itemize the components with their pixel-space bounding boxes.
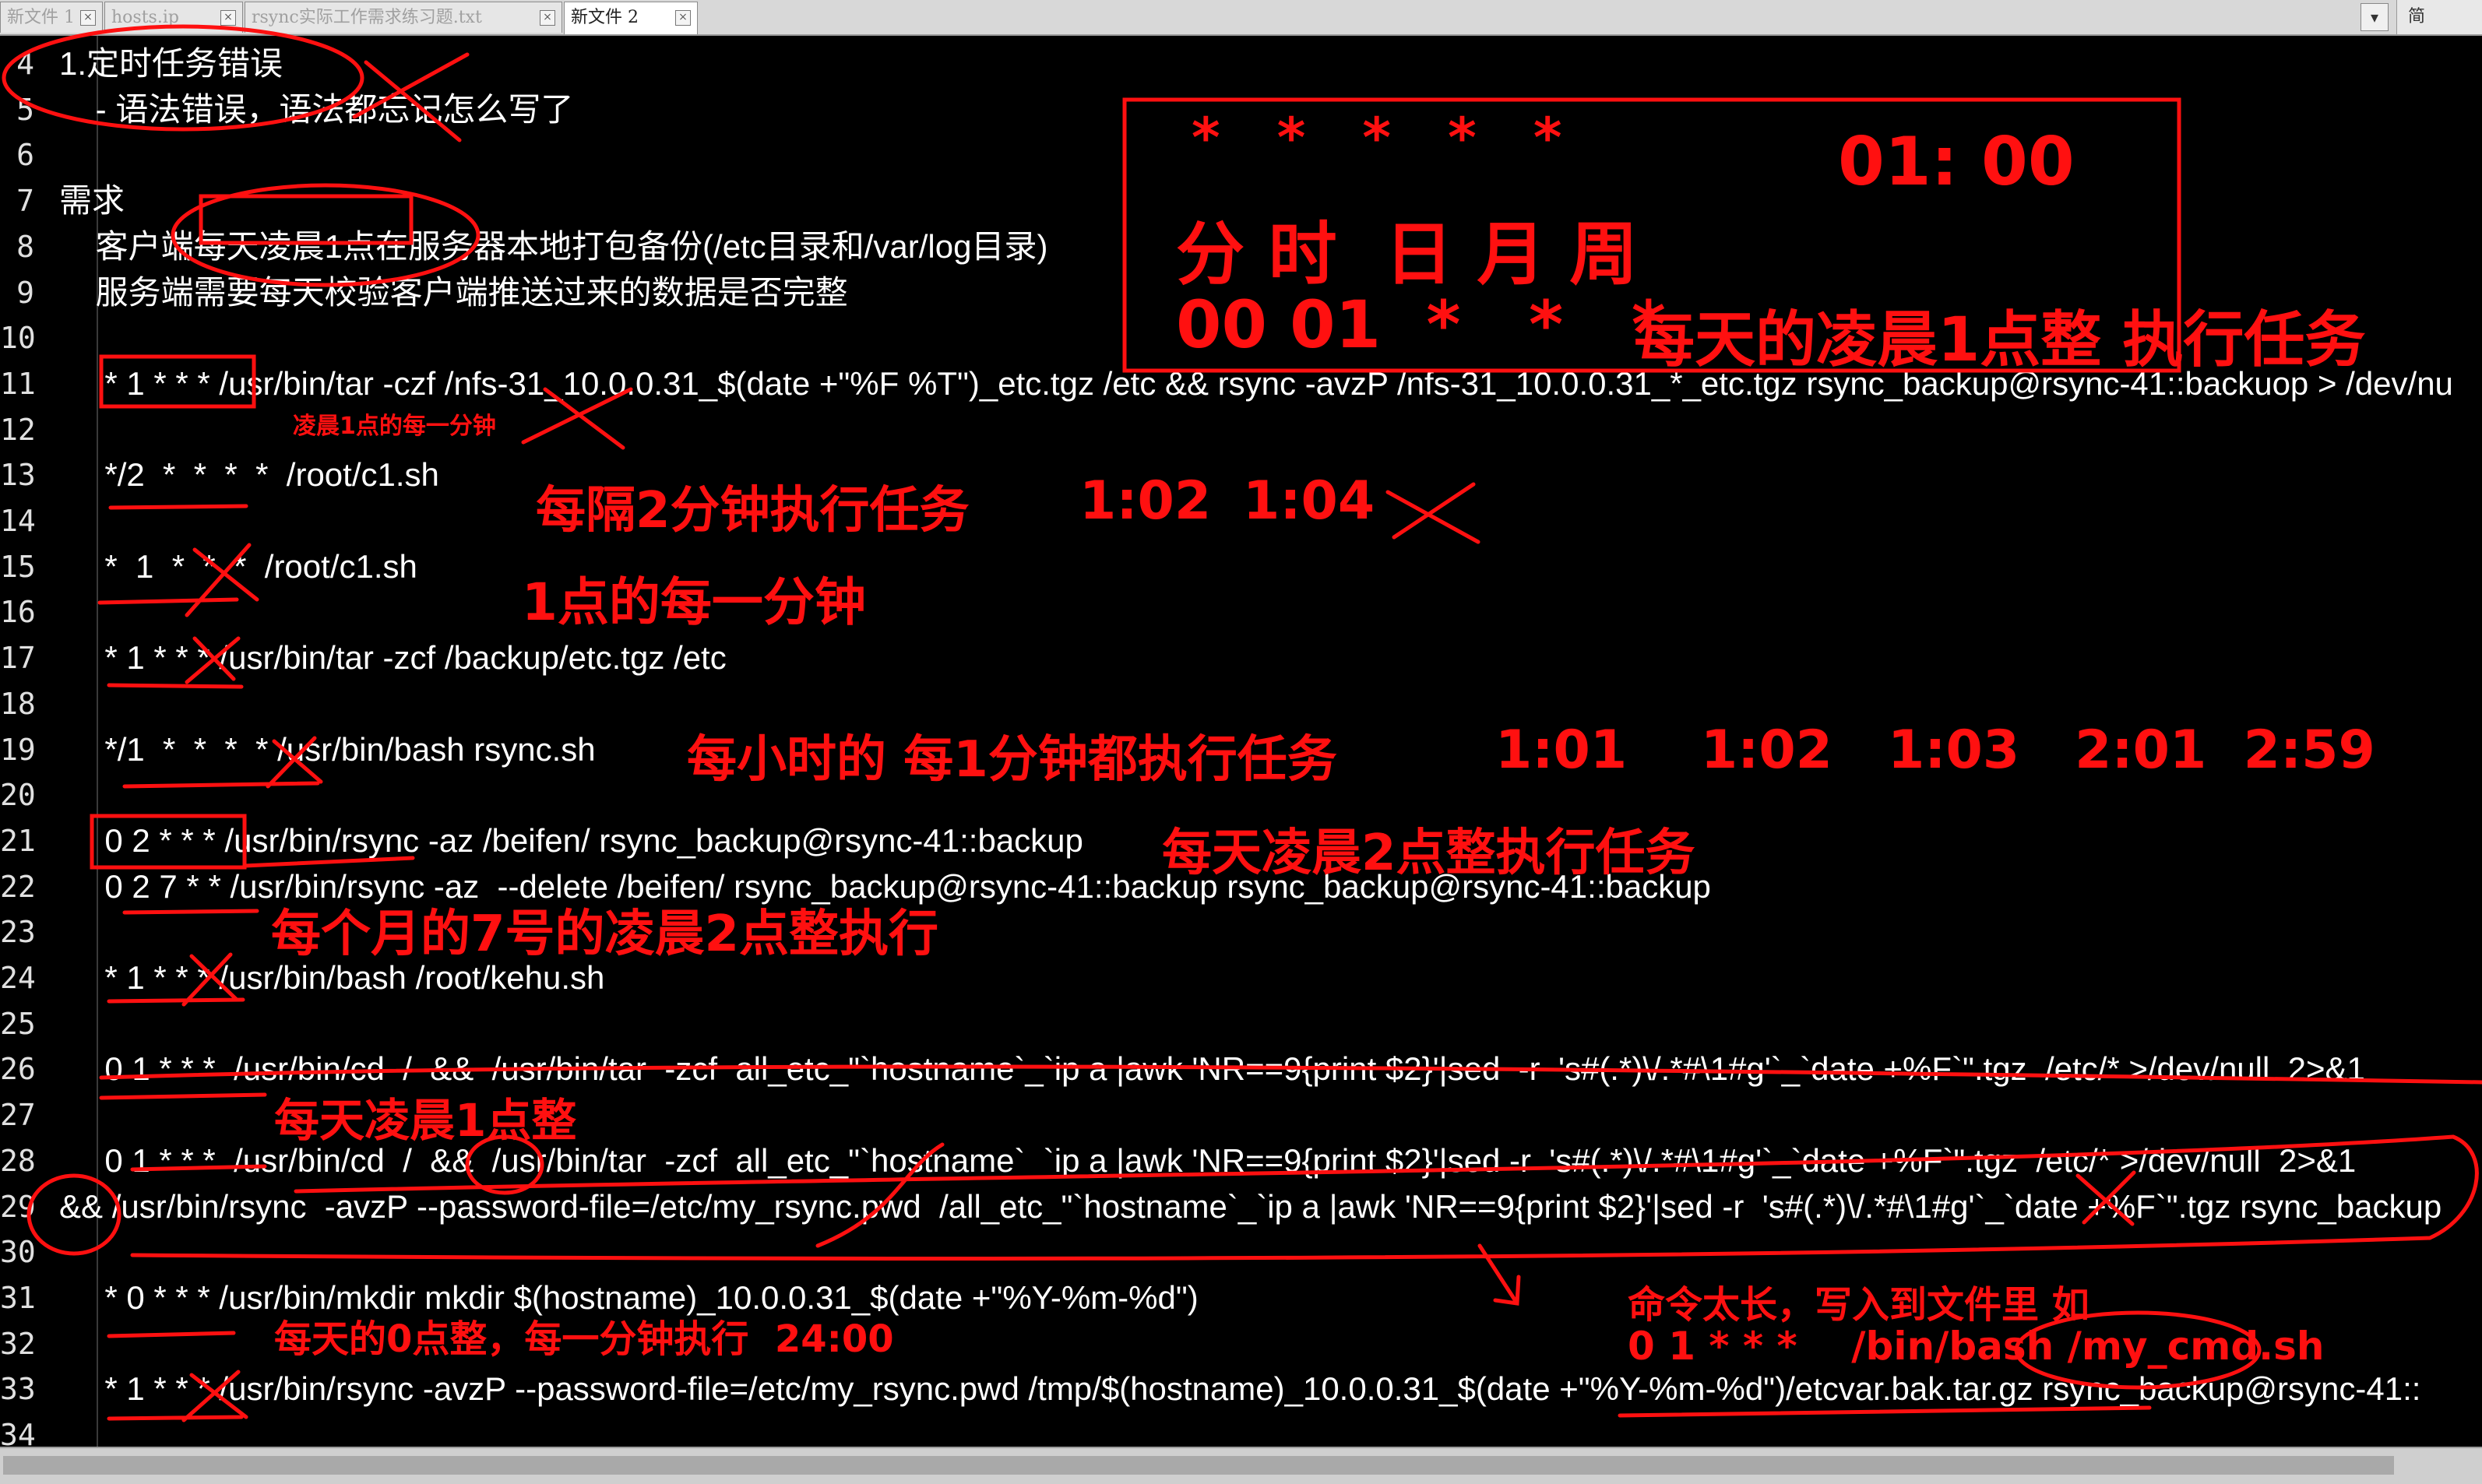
code-line[interactable]: 客户端每天凌晨1点在服务器本地打包备份(/etc目录和/var/log目录) xyxy=(59,225,1048,269)
close-icon[interactable]: × xyxy=(540,10,555,26)
line-number: 5 xyxy=(16,92,34,127)
line-number: 29 xyxy=(0,1189,36,1224)
annotation-box-desc: 每天的凌晨1点整 执行任务 xyxy=(1634,305,2366,375)
tab-label: hosts.ip xyxy=(111,8,179,27)
line-number: 27 xyxy=(0,1098,36,1133)
annotation-line19: 每小时的 每1分钟都执行任务 xyxy=(687,731,1337,789)
annotation-cmd-note: 命令太长，写入到文件里 如 xyxy=(1628,1283,2089,1327)
line-number: 21 xyxy=(0,823,36,858)
line-number: 26 xyxy=(0,1052,36,1087)
annotation-line31: 每天的0点整，每一分钟执行 24:00 xyxy=(274,1317,894,1361)
line-number: 13 xyxy=(0,458,36,493)
tab-new-file-2[interactable]: 新文件 2 × xyxy=(564,2,698,34)
close-icon[interactable]: × xyxy=(675,10,691,26)
line-number: 4 xyxy=(16,47,34,81)
line-number: 7 xyxy=(16,184,34,219)
code-line[interactable]: * 1 * * * /root/c1.sh xyxy=(59,545,417,589)
line-number: 23 xyxy=(0,915,36,950)
line-number: 25 xyxy=(0,1006,36,1041)
close-icon[interactable]: × xyxy=(220,10,236,26)
annotation-line21: 每天凌晨2点整执行任务 xyxy=(1162,825,1695,882)
tab-label: rsync实际工作需求练习题.txt xyxy=(252,8,482,27)
line-number: 22 xyxy=(0,869,36,904)
line-number: 6 xyxy=(16,138,34,173)
code-line[interactable]: 1.定时任务错误 xyxy=(59,42,283,86)
line-number: 17 xyxy=(0,641,36,676)
code-line[interactable]: * 1 * * * /usr/bin/tar -zcf /backup/etc.… xyxy=(59,636,726,680)
line-number: 24 xyxy=(0,961,36,995)
annotation-line13-time2: 1:04 xyxy=(1243,470,1375,532)
code-line[interactable]: * 1 * * * /usr/bin/rsync -avzP --passwor… xyxy=(59,1367,2420,1411)
tab-label: 新文件 2 xyxy=(571,8,639,27)
line-number: 12 xyxy=(0,412,36,447)
annotation-line15: 1点的每一分钟 xyxy=(522,572,866,632)
tab-rsync-exercise[interactable]: rsync实际工作需求练习题.txt × xyxy=(245,2,562,33)
line-number: 9 xyxy=(16,275,34,310)
annotation-line12: 凌晨1点的每一分钟 xyxy=(293,413,496,440)
line-number: 30 xyxy=(0,1235,36,1270)
annotation-box-example: 00 01 * * * xyxy=(1176,287,1666,363)
code-line[interactable]: 服务端需要每天校验客户端推送过来的数据是否完整 xyxy=(59,271,848,315)
line-number: 15 xyxy=(0,549,36,584)
annotation-line27: 每天凌晨1点整 xyxy=(274,1094,577,1147)
line-number: 32 xyxy=(0,1326,36,1361)
annotation-box-stars: * * * * * xyxy=(1192,106,1562,170)
code-line[interactable]: 0 2 * * * /usr/bin/rsync -az /beifen/ rs… xyxy=(59,819,1083,863)
code-line[interactable]: && /usr/bin/rsync -avzP --password-file=… xyxy=(59,1185,2442,1229)
line-number: 16 xyxy=(0,595,36,630)
annotation-line22: 每个月的7号的凌晨2点整执行 xyxy=(271,906,939,963)
line-number: 28 xyxy=(0,1143,36,1178)
code-line[interactable]: - 语法错误，语法都忘记怎么写了 xyxy=(59,88,574,132)
line-number: 11 xyxy=(0,366,36,401)
code-line[interactable]: */2 * * * * /root/c1.sh xyxy=(59,453,439,497)
tab-label: 新文件 1 xyxy=(7,8,75,27)
line-number: 19 xyxy=(0,732,36,767)
horizontal-scrollbar[interactable] xyxy=(0,1447,2482,1484)
code-line[interactable]: 需求 xyxy=(59,179,125,223)
line-number: 8 xyxy=(16,229,34,264)
scrollbar-thumb[interactable] xyxy=(3,1456,2394,1475)
annotation-line19-times: 1:01 1:02 1:03 2:01 2:59 xyxy=(1495,719,2375,781)
tab-new-file-1[interactable]: 新文件 1 × xyxy=(0,2,103,33)
line-number: 33 xyxy=(0,1372,36,1407)
line-number: 20 xyxy=(0,778,36,813)
side-panel-tab[interactable]: 简 xyxy=(2396,0,2482,34)
line-number: 18 xyxy=(0,686,36,721)
line-number: 31 xyxy=(0,1280,36,1315)
tab-bar: 新文件 1 × hosts.ip × rsync实际工作需求练习题.txt × … xyxy=(0,0,2482,36)
tab-list-dropdown-icon[interactable]: ▾ xyxy=(2361,3,2389,31)
annotation-line13-time1: 1:02 xyxy=(1079,470,1212,532)
annotation-box-fields: 分 时 日 月 周 xyxy=(1176,214,1639,294)
annotation-box-time: 01: 00 xyxy=(1838,123,2075,201)
line-number: 10 xyxy=(0,321,36,356)
tab-hosts-ip[interactable]: hosts.ip × xyxy=(104,2,243,33)
annotation-cmd-example: 0 1 * * * /bin/bash /my_cmd.sh xyxy=(1628,1324,2325,1369)
code-line[interactable]: */1 * * * * /usr/bin/bash rsync.sh xyxy=(59,728,595,772)
annotation-line13: 每隔2分钟执行任务 xyxy=(536,482,970,540)
line-number: 14 xyxy=(0,504,36,538)
close-icon[interactable]: × xyxy=(80,10,96,26)
